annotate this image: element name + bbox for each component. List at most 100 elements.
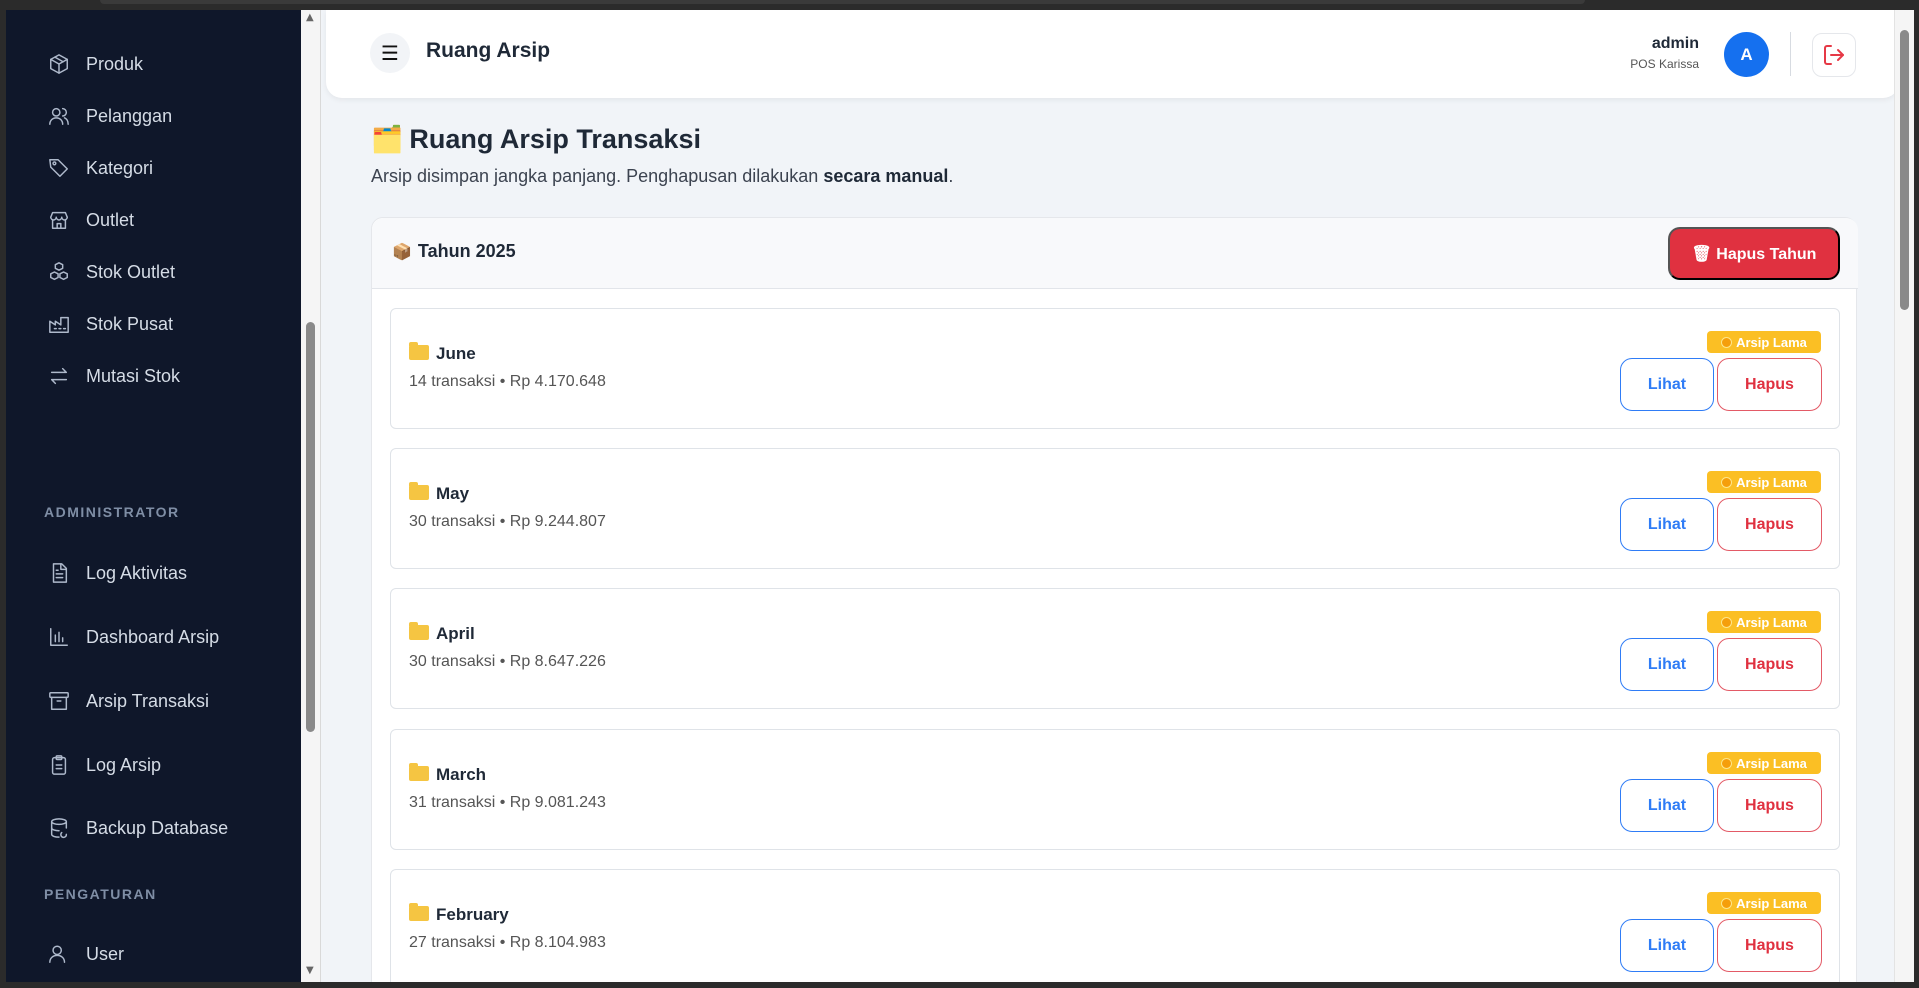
sidebar-item-backup-database[interactable]: Backup Database — [6, 803, 301, 853]
logout-icon — [1824, 45, 1844, 65]
sidebar: Produk Pelanggan Kategori Outlet Stok Ou… — [6, 10, 301, 982]
page-title-text: Ruang Arsip Transaksi — [409, 124, 701, 154]
sidebar-item-label: Log Aktivitas — [86, 562, 188, 583]
archive-badge-text: Arsip Lama — [1736, 614, 1807, 630]
sidebar-item-label: Kategori — [86, 157, 154, 178]
archive-badge-text: Arsip Lama — [1736, 755, 1807, 771]
sidebar-item-mutasi-stok[interactable]: Mutasi Stok — [6, 351, 301, 401]
app-window: Produk Pelanggan Kategori Outlet Stok Ou… — [6, 10, 1914, 982]
sidebar-item-label: Log Arsip — [86, 754, 162, 775]
archive-badge-text: Arsip Lama — [1736, 334, 1807, 350]
year-title: 📦 Tahun 2025 — [392, 241, 516, 262]
month-card: June 14 transaksi • Rp 4.170.648 Arsip L… — [390, 308, 1840, 429]
sidebar-section-administrator: ADMINISTRATOR — [44, 504, 180, 520]
main-content: ☰ Ruang Arsip admin POS Karissa A 🗂️ Ruan… — [321, 10, 1899, 982]
sidebar-item-log-arsip[interactable]: Log Arsip — [6, 740, 301, 790]
boxes-icon — [48, 261, 70, 283]
month-name-text: May — [436, 484, 470, 503]
store-icon — [48, 209, 70, 231]
delete-button[interactable]: Hapus — [1717, 498, 1822, 551]
page-subtitle-text: Arsip disimpan jangka panjang. Penghapus… — [371, 166, 824, 186]
package-icon: 📦 — [392, 244, 412, 261]
clipboard-icon — [48, 754, 70, 776]
avatar[interactable]: A — [1724, 32, 1769, 77]
archive-icon — [48, 690, 70, 712]
bar-chart-icon — [48, 626, 70, 648]
folder-icon — [409, 763, 429, 781]
coin-icon — [1721, 336, 1733, 348]
month-name-text: March — [436, 765, 487, 784]
sidebar-item-label: Dashboard Arsip — [86, 626, 220, 647]
delete-button[interactable]: Hapus — [1717, 919, 1822, 972]
sidebar-item-label: Pelanggan — [86, 105, 173, 126]
month-name: June — [409, 342, 476, 364]
sidebar-item-pelanggan[interactable]: Pelanggan — [6, 91, 301, 141]
logout-button[interactable] — [1812, 33, 1856, 77]
archive-badge: Arsip Lama — [1707, 471, 1821, 493]
delete-button[interactable]: Hapus — [1717, 779, 1822, 832]
sidebar-item-produk[interactable]: Produk — [6, 39, 301, 89]
coin-icon — [1721, 476, 1733, 488]
year-header: 📦 Tahun 2025 🗑 Hapus Tahun — [372, 218, 1858, 289]
view-button[interactable]: Lihat — [1620, 358, 1714, 411]
sidebar-scrollbar[interactable]: ▲ ▼ — [301, 10, 321, 982]
sidebar-item-label: Mutasi Stok — [86, 365, 181, 386]
scroll-down-arrow-icon[interactable]: ▼ — [306, 965, 314, 976]
sidebar-item-outlet[interactable]: Outlet — [6, 195, 301, 245]
main-scrollbar[interactable] — [1894, 10, 1914, 982]
month-summary: 30 transaksi • Rp 8.647.226 — [409, 653, 606, 670]
scroll-up-arrow-icon[interactable]: ▲ — [306, 12, 314, 23]
sidebar-item-arsip-transaksi[interactable]: Arsip Transaksi — [6, 676, 301, 726]
card-index-dividers-icon: 🗂️ — [371, 124, 404, 154]
sidebar-item-kategori[interactable]: Kategori — [6, 143, 301, 193]
year-card: 📦 Tahun 2025 🗑 Hapus Tahun June 14 transa… — [371, 217, 1858, 982]
sidebar-item-label: Stok Pusat — [86, 313, 174, 334]
header-divider — [1790, 32, 1791, 76]
sidebar-item-user[interactable]: User — [6, 929, 301, 979]
coin-icon — [1721, 757, 1733, 769]
main-scrollbar-thumb[interactable] — [1900, 30, 1909, 310]
view-button[interactable]: Lihat — [1620, 919, 1714, 972]
month-name-text: April — [436, 624, 475, 643]
view-button[interactable]: Lihat — [1620, 498, 1714, 551]
view-button[interactable]: Lihat — [1620, 638, 1714, 691]
sidebar-item-label: Outlet — [86, 209, 135, 230]
database-icon — [48, 817, 70, 839]
hamburger-menu-button[interactable]: ☰ — [370, 33, 410, 73]
browser-top-strip — [0, 0, 1919, 10]
delete-year-button[interactable]: 🗑 Hapus Tahun — [1668, 227, 1840, 280]
sidebar-item-log-aktivitas[interactable]: Log Aktivitas — [6, 548, 301, 598]
month-card: April 30 transaksi • Rp 8.647.226 Arsip … — [390, 588, 1840, 709]
month-name: April — [409, 622, 475, 644]
page-subtitle-suffix: . — [948, 166, 954, 186]
tag-icon — [48, 157, 70, 179]
month-name: May — [409, 482, 470, 504]
coin-icon — [1721, 897, 1733, 909]
sidebar-scrollbar-thumb[interactable] — [306, 322, 315, 732]
month-name-text: June — [436, 344, 476, 363]
folder-icon — [409, 342, 429, 360]
year-title-text: Tahun 2025 — [417, 241, 516, 261]
user-icon — [48, 943, 70, 965]
user-outlet: POS Karissa — [1630, 57, 1699, 71]
month-name-text: February — [436, 905, 509, 924]
file-text-icon — [48, 562, 70, 584]
coin-icon — [1721, 616, 1733, 628]
view-button[interactable]: Lihat — [1620, 779, 1714, 832]
browser-tab-strip — [100, 0, 1585, 4]
page-title: 🗂️ Ruang Arsip Transaksi — [371, 124, 701, 155]
archive-badge-text: Arsip Lama — [1736, 895, 1807, 911]
sidebar-item-label: User — [86, 943, 125, 964]
sidebar-item-label: Backup Database — [86, 817, 229, 838]
users-icon — [48, 105, 70, 127]
delete-button[interactable]: Hapus — [1717, 638, 1822, 691]
sidebar-item-dashboard-arsip[interactable]: Dashboard Arsip — [6, 612, 301, 662]
sidebar-item-stok-pusat[interactable]: Stok Pusat — [6, 299, 301, 349]
month-summary: 14 transaksi • Rp 4.170.648 — [409, 373, 606, 390]
archive-badge: Arsip Lama — [1707, 331, 1821, 353]
month-name: February — [409, 903, 509, 925]
folder-icon — [409, 903, 429, 921]
archive-badge: Arsip Lama — [1707, 752, 1821, 774]
delete-button[interactable]: Hapus — [1717, 358, 1822, 411]
sidebar-item-stok-outlet[interactable]: Stok Outlet — [6, 247, 301, 297]
